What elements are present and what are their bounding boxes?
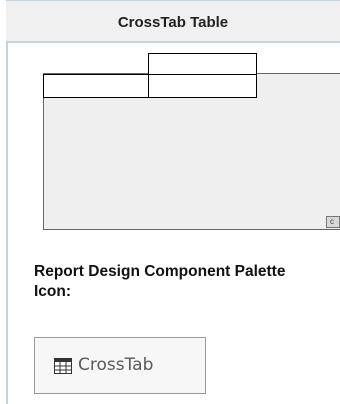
table-grid-icon	[54, 358, 72, 374]
crosstab-row-header-cell	[43, 74, 149, 98]
table-header: CrossTab Table	[6, 0, 340, 43]
panel-left-border	[6, 0, 8, 404]
crosstab-column-header-cell	[148, 53, 257, 75]
scroll-stub: c	[326, 216, 340, 228]
palette-label: CrossTab	[78, 355, 154, 375]
header-title: CrossTab Table	[117, 14, 229, 31]
crosstab-preview-image: c	[31, 53, 340, 230]
palette-icon-heading: Report Design Component Palette Icon:	[34, 263, 286, 300]
crosstab-data-cell	[148, 74, 257, 98]
wiki-panel: CrossTab Table c Report Design Component…	[0, 0, 340, 404]
crosstab-palette-button[interactable]: CrossTab	[34, 337, 206, 394]
